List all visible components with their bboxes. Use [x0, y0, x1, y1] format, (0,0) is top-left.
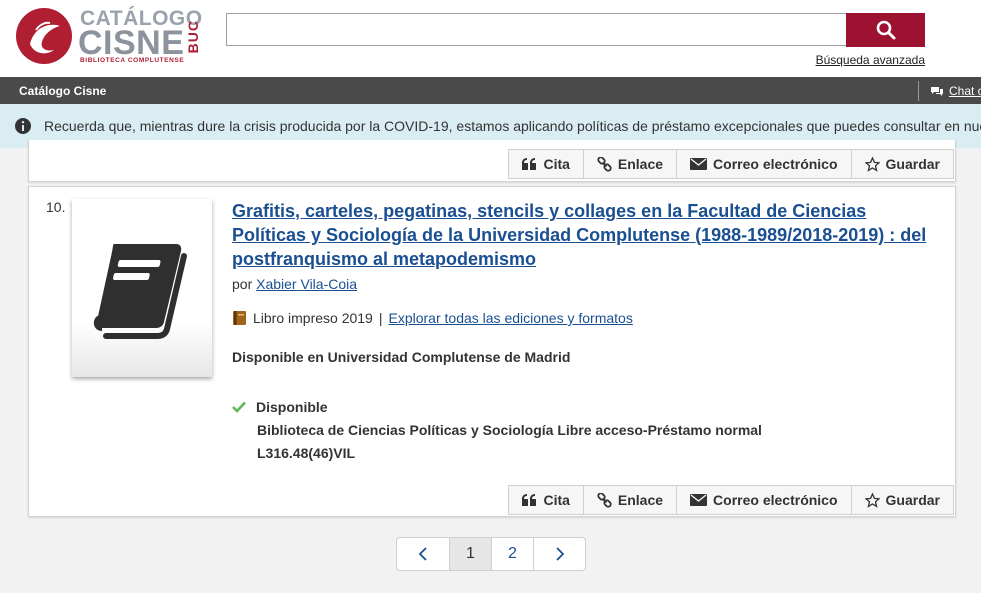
catalogo-cisne-logo[interactable]: CATÁLOGO CISNE BUC BIBLIOTECA COMPLUTENS…	[14, 6, 210, 68]
logo-sub-text: BIBLIOTECA COMPLUTENSE	[80, 57, 185, 64]
cite-button[interactable]: Cita	[508, 149, 583, 179]
cite-label: Cita	[543, 492, 570, 508]
envelope-icon	[690, 158, 708, 170]
pagination: 1 2	[396, 537, 586, 571]
chat-icon	[931, 86, 943, 96]
format-line: Libro impreso 2019 | Explorar todas las …	[232, 310, 633, 326]
book-cover-placeholder[interactable]	[72, 199, 212, 377]
nav-divider	[918, 81, 919, 101]
author-prefix: por	[232, 276, 253, 292]
check-icon	[232, 401, 246, 413]
search-icon	[876, 20, 895, 40]
save-button[interactable]: Guardar	[850, 149, 954, 179]
chevron-right-icon	[555, 547, 564, 561]
quote-icon	[522, 494, 537, 506]
search-input[interactable]	[226, 13, 846, 46]
holding-status: Disponible	[256, 399, 328, 415]
navbar: Catálogo Cisne Chat con	[0, 77, 981, 104]
page-1-button[interactable]: 1	[449, 537, 491, 571]
save-label: Guardar	[885, 156, 940, 172]
result-card: 10. Grafitis, carteles, pegatinas, stenc…	[28, 186, 956, 517]
email-label: Correo electrónico	[713, 492, 838, 508]
swan-logo-icon	[16, 8, 72, 64]
previous-result-card: Cita Enlace Correo electrónico Guardar	[28, 140, 956, 182]
chat-label: Chat con	[949, 84, 981, 98]
star-icon	[864, 492, 880, 508]
alert-text: Recuerda que, mientras dure la crisis pr…	[44, 118, 981, 134]
holding-location: Biblioteca de Ciencias Políticas y Socio…	[257, 422, 762, 438]
format-text: Libro impreso 2019	[253, 310, 373, 326]
nav-home-link[interactable]: Catálogo Cisne	[19, 84, 106, 98]
search-button[interactable]	[846, 13, 925, 47]
chevron-left-icon	[418, 547, 427, 561]
advanced-search-link[interactable]: Búsqueda avanzada	[816, 53, 925, 67]
result-toolbar: Cita Enlace Correo electrónico Guardar	[508, 485, 954, 515]
star-icon	[864, 156, 880, 172]
call-number: L316.48(46)VIL	[257, 445, 356, 461]
email-button[interactable]: Correo electrónico	[676, 485, 851, 515]
printed-book-icon	[233, 311, 246, 325]
author-link[interactable]: Xabier Vila-Coia	[256, 276, 357, 292]
holding-info: Disponible Biblioteca de Ciencias Políti…	[232, 399, 762, 461]
quote-icon	[522, 158, 537, 170]
cite-label: Cita	[543, 156, 570, 172]
explore-editions-link[interactable]: Explorar todas las ediciones y formatos	[389, 310, 633, 326]
cite-button[interactable]: Cita	[508, 485, 583, 515]
link-icon	[597, 492, 612, 508]
link-label: Enlace	[617, 492, 664, 508]
link-button[interactable]: Enlace	[582, 149, 677, 179]
link-icon	[597, 156, 612, 172]
result-title-link[interactable]: Grafitis, carteles, pegatinas, stencils …	[232, 199, 932, 271]
header: CATÁLOGO CISNE BUC BIBLIOTECA COMPLUTENS…	[0, 0, 981, 77]
book-icon	[93, 244, 187, 339]
link-label: Enlace	[617, 156, 664, 172]
next-page-button[interactable]	[533, 537, 586, 571]
link-button[interactable]: Enlace	[582, 485, 677, 515]
result-toolbar: Cita Enlace Correo electrónico Guardar	[508, 149, 954, 179]
author-line: por Xabier Vila-Coia	[232, 276, 357, 292]
info-icon	[15, 118, 31, 134]
format-separator: |	[378, 310, 383, 326]
save-label: Guardar	[885, 492, 940, 508]
email-label: Correo electrónico	[713, 156, 838, 172]
chat-link[interactable]: Chat con	[930, 84, 981, 98]
email-button[interactable]: Correo electrónico	[676, 149, 851, 179]
logo-buc-text: BUC	[185, 20, 201, 54]
availability-summary: Disponible en Universidad Complutense de…	[232, 349, 571, 365]
envelope-icon	[690, 494, 708, 506]
page-2-button[interactable]: 2	[491, 537, 533, 571]
prev-page-button[interactable]	[396, 537, 449, 571]
save-button[interactable]: Guardar	[850, 485, 954, 515]
result-number: 10.	[46, 199, 66, 215]
